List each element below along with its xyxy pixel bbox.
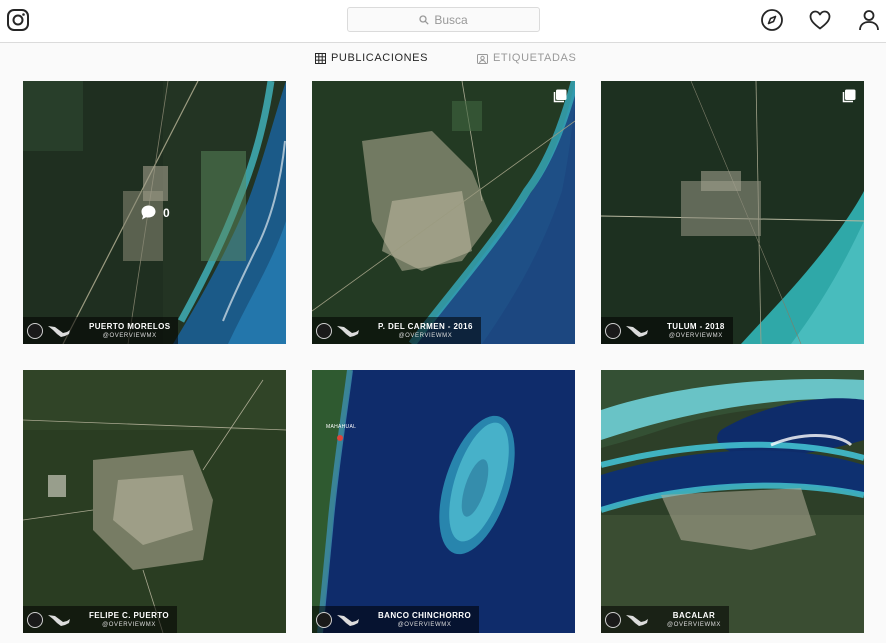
post-felipe-carrillo-puerto[interactable]: FELIPE C. PUERTO @OVERVIEWMX <box>23 370 286 633</box>
post-puerto-morelos[interactable]: 0 PUERTO MORELOS @OVERVIEWMX <box>23 81 286 344</box>
mexico-map-icon <box>626 325 648 337</box>
tab-label: ETIQUETADAS <box>493 52 577 64</box>
mexico-map-icon <box>626 614 648 626</box>
search-icon <box>419 14 429 25</box>
mexico-map-icon <box>48 325 70 337</box>
caption-handle: @OVERVIEWMX <box>102 621 156 628</box>
profile-icon[interactable] <box>857 8 881 32</box>
satellite-image <box>601 81 864 344</box>
seal-icon <box>27 611 43 628</box>
tab-publicaciones[interactable]: PUBLICACIONES <box>315 51 428 65</box>
post-caption-bar: BANCO CHINCHORRO @OVERVIEWMX <box>312 606 480 633</box>
seal-icon <box>605 611 621 628</box>
caption-title: PUERTO MORELOS <box>89 321 171 331</box>
post-caption-bar: BACALAR @OVERVIEWMX <box>601 606 729 633</box>
post-tulum[interactable]: TULUM - 2018 @OVERVIEWMX <box>601 81 864 344</box>
seal-icon <box>605 322 621 339</box>
tag-icon <box>477 53 488 64</box>
caption-title: P. DEL CARMEN - 2016 <box>378 321 473 331</box>
heart-icon[interactable] <box>808 8 832 32</box>
seal-icon <box>316 611 332 628</box>
top-navigation-bar: Busca <box>0 0 886 43</box>
mexico-map-icon <box>337 614 359 626</box>
caption-title: TULUM - 2018 <box>667 321 725 331</box>
post-caption-bar: P. DEL CARMEN - 2016 @OVERVIEWMX <box>312 317 481 344</box>
post-bacalar[interactable]: BACALAR @OVERVIEWMX <box>601 370 864 633</box>
caption-handle: @OVERVIEWMX <box>102 332 157 339</box>
caption-handle: @OVERVIEWMX <box>398 332 453 339</box>
post-playa-del-carmen[interactable]: P. DEL CARMEN - 2016 @OVERVIEWMX <box>312 81 575 344</box>
post-caption-bar: FELIPE C. PUERTO @OVERVIEWMX <box>23 606 178 633</box>
satellite-image <box>601 370 864 633</box>
seal-icon <box>27 322 43 339</box>
post-caption-bar: TULUM - 2018 @OVERVIEWMX <box>601 317 733 344</box>
satellite-image <box>312 81 575 344</box>
comment-bubble-icon <box>141 205 156 220</box>
mexico-map-icon <box>337 325 359 337</box>
multiple-photos-icon <box>842 89 856 103</box>
tab-label: PUBLICACIONES <box>331 52 429 64</box>
caption-handle: @OVERVIEWMX <box>397 621 452 628</box>
caption-handle: @OVERVIEWMX <box>668 332 723 339</box>
seal-icon <box>316 322 332 339</box>
comment-count: 0 <box>163 205 170 220</box>
mexico-map-icon <box>48 614 70 626</box>
multiple-photos-icon <box>553 89 567 103</box>
grid-icon <box>315 52 326 64</box>
explore-compass-icon[interactable] <box>760 8 784 32</box>
satellite-image <box>312 370 575 633</box>
post-caption-bar: PUERTO MORELOS @OVERVIEWMX <box>23 317 179 344</box>
post-banco-chinchorro[interactable]: MAHAHUAL BANCO CHINCHORRO @OVERVIEWMX <box>312 370 575 633</box>
caption-title: FELIPE C. PUERTO <box>89 610 170 620</box>
caption-title: BANCO CHINCHORRO <box>378 610 472 620</box>
instagram-logo-icon[interactable] <box>6 8 30 32</box>
tab-etiquetadas[interactable]: ETIQUETADAS <box>477 51 576 65</box>
caption-title: BACALAR <box>672 610 716 620</box>
search-placeholder: Busca <box>434 12 468 27</box>
comments-overlay: 0 <box>140 204 170 221</box>
satellite-image <box>23 370 286 633</box>
place-label: MAHAHUAL <box>326 424 357 430</box>
caption-handle: @OVERVIEWMX <box>667 621 721 628</box>
search-input[interactable]: Busca <box>347 7 540 32</box>
